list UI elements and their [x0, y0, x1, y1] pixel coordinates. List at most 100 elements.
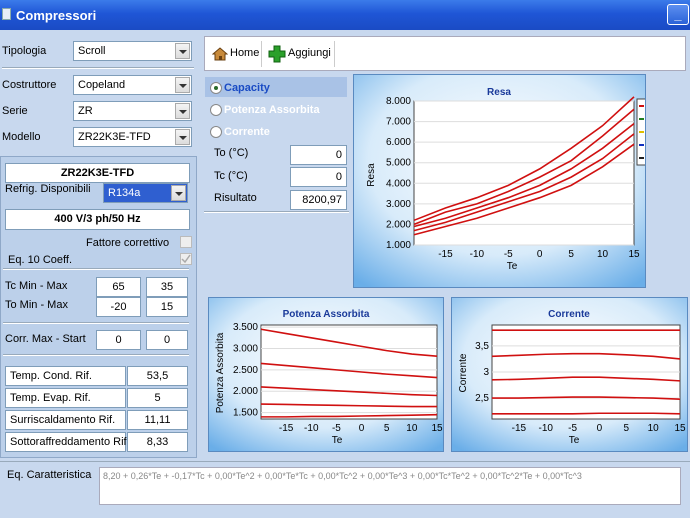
rif-label: Sottoraffreddamento Rif.	[5, 432, 130, 452]
series-line	[492, 412, 681, 415]
y-tick-label: 4.000	[386, 178, 411, 189]
y-tick-label: 3,5	[475, 341, 489, 352]
refrig-select[interactable]: R134a	[103, 183, 188, 203]
y-axis-label: Resa	[366, 163, 377, 187]
chevron-down-icon[interactable]	[175, 103, 190, 119]
to-calc-input[interactable]: 0	[290, 145, 347, 165]
y-tick-label: 3.500	[233, 322, 258, 333]
tipologia-label: Tipologia	[2, 45, 47, 57]
title-bar[interactable]: Compressori _	[0, 0, 690, 30]
y-tick-label: 3.000	[233, 344, 258, 355]
chevron-down-icon[interactable]	[175, 77, 190, 93]
divider	[3, 354, 189, 356]
divider	[3, 268, 189, 270]
x-tick-label: -15	[438, 249, 453, 260]
divider	[2, 67, 194, 69]
potenza-radio[interactable]	[210, 104, 222, 116]
fattore-label: Fattore correttivo	[86, 237, 170, 249]
potenza-chart: Potenza Assorbita 1.500 2.000 2.500 3.000 3.5…	[209, 298, 443, 451]
corr-start-input[interactable]: 0	[146, 330, 188, 350]
rif-label: Temp. Evap. Rif.	[5, 388, 126, 408]
tc-calc-label: Tc (°C)	[214, 170, 248, 182]
minimize-button[interactable]: _	[667, 4, 689, 25]
x-tick-label: 15	[674, 423, 686, 434]
chart-title: Potenza Assorbita	[283, 309, 370, 320]
check-icon	[181, 254, 191, 264]
toolbar-divider	[261, 41, 262, 67]
rif-value: 5	[127, 388, 188, 408]
potenza-label[interactable]: Potenza Assorbita	[224, 104, 320, 116]
resa-chart: Resa 1.000 2.000 3.000 4.000 5.000 6.000 7.000 8…	[354, 75, 664, 287]
chevron-down-icon[interactable]	[171, 185, 186, 201]
equation-field[interactable]: 8,20 + 0,26*Te + -0,17*Tc + 0,00*Te^2 + …	[99, 467, 681, 505]
chevron-down-icon[interactable]	[175, 129, 190, 145]
rif-label: Temp. Cond. Rif.	[5, 366, 126, 386]
resa-chart-panel: Resa 1.000 2.000 3.000 4.000 5.000 6.000 7.000 8…	[353, 74, 664, 288]
eq10-label: Eq. 10 Coeff.	[8, 254, 73, 266]
tipologia-select[interactable]: Scroll	[73, 41, 192, 61]
x-axis-label: Te	[569, 435, 580, 446]
x-tick-label: 0	[537, 249, 543, 260]
y-tick-label: 2.500	[233, 365, 258, 376]
y-tick-label: 1.500	[233, 408, 258, 419]
y-tick-label: 5.000	[386, 158, 411, 169]
rif-value: 11,11	[127, 410, 188, 430]
capacity-label[interactable]: Capacity	[224, 82, 270, 94]
x-tick-label: -10	[538, 423, 553, 434]
to-calc-label: To (°C)	[214, 147, 249, 159]
divider	[3, 322, 189, 324]
y-tick-label: 3	[483, 367, 489, 378]
y-tick-label: 6.000	[386, 137, 411, 148]
modello-label: Modello	[2, 131, 41, 143]
costruttore-select[interactable]: Copeland	[73, 75, 192, 95]
to-max-input[interactable]: 15	[146, 297, 188, 317]
y-tick-label: 8.000	[386, 96, 411, 107]
equation-label: Eq. Caratteristica	[7, 469, 92, 481]
to-label: To Min - Max	[5, 299, 68, 311]
capacity-radio[interactable]	[210, 82, 222, 94]
supply-box: 400 V/3 ph/50 Hz	[5, 209, 190, 230]
y-tick-label: 1.000	[386, 240, 411, 251]
x-tick-label: 5	[384, 423, 390, 434]
y-tick-label: 2.000	[233, 386, 258, 397]
model-name-box: ZR22K3E-TFD	[5, 163, 190, 183]
tc-calc-input[interactable]: 0	[290, 167, 347, 187]
window-title: Compressori	[16, 8, 97, 23]
costruttore-label: Costruttore	[2, 79, 57, 91]
corrente-chart-panel: Corrente 2,5 3 3,5 -15 -10 -5 0 5 10 15 Te Corrente	[451, 297, 688, 452]
x-tick-label: -10	[304, 423, 319, 434]
corrente-label[interactable]: Corrente	[224, 126, 270, 138]
home-button[interactable]: Home	[208, 41, 260, 65]
to-min-input[interactable]: -20	[96, 297, 141, 317]
potenza-chart-panel: Potenza Assorbita 1.500 2.000 2.500 3.000 3.5…	[208, 297, 444, 452]
serie-label: Serie	[2, 105, 28, 117]
eq10-checkbox[interactable]	[180, 253, 192, 265]
x-tick-label: 10	[406, 423, 418, 434]
x-tick-label: -5	[332, 423, 341, 434]
window-icon	[2, 8, 11, 20]
tc-max-input[interactable]: 35	[146, 277, 188, 297]
tc-label: Tc Min - Max	[5, 280, 68, 292]
corr-max-input[interactable]: 0	[96, 330, 141, 350]
y-tick-label: 2.000	[386, 219, 411, 230]
modello-select[interactable]: ZR22K3E-TFD	[73, 127, 192, 147]
x-tick-label: 15	[431, 423, 443, 434]
y-tick-label: 2,5	[475, 393, 489, 404]
tc-min-input[interactable]: 65	[96, 277, 141, 297]
y-tick-label: 3.000	[386, 199, 411, 210]
corrente-radio[interactable]	[210, 126, 222, 138]
x-tick-label: 5	[624, 423, 630, 434]
corrente-chart: Corrente 2,5 3 3,5 -15 -10 -5 0 5 10 15 Te Corrente	[452, 298, 687, 451]
x-tick-label: -10	[470, 249, 485, 260]
chart-title: Corrente	[548, 309, 590, 320]
serie-select[interactable]: ZR	[73, 101, 192, 121]
result-label: Risultato	[214, 192, 257, 204]
chevron-down-icon[interactable]	[175, 43, 190, 59]
add-button[interactable]: Aggiungi	[266, 41, 332, 65]
x-tick-label: -5	[568, 423, 577, 434]
y-axis-label: Potenza Assorbita	[215, 332, 226, 413]
chart-title: Resa	[487, 87, 511, 98]
fattore-checkbox[interactable]	[180, 236, 192, 248]
y-axis-label: Corrente	[458, 353, 469, 392]
x-tick-label: 10	[597, 249, 609, 260]
